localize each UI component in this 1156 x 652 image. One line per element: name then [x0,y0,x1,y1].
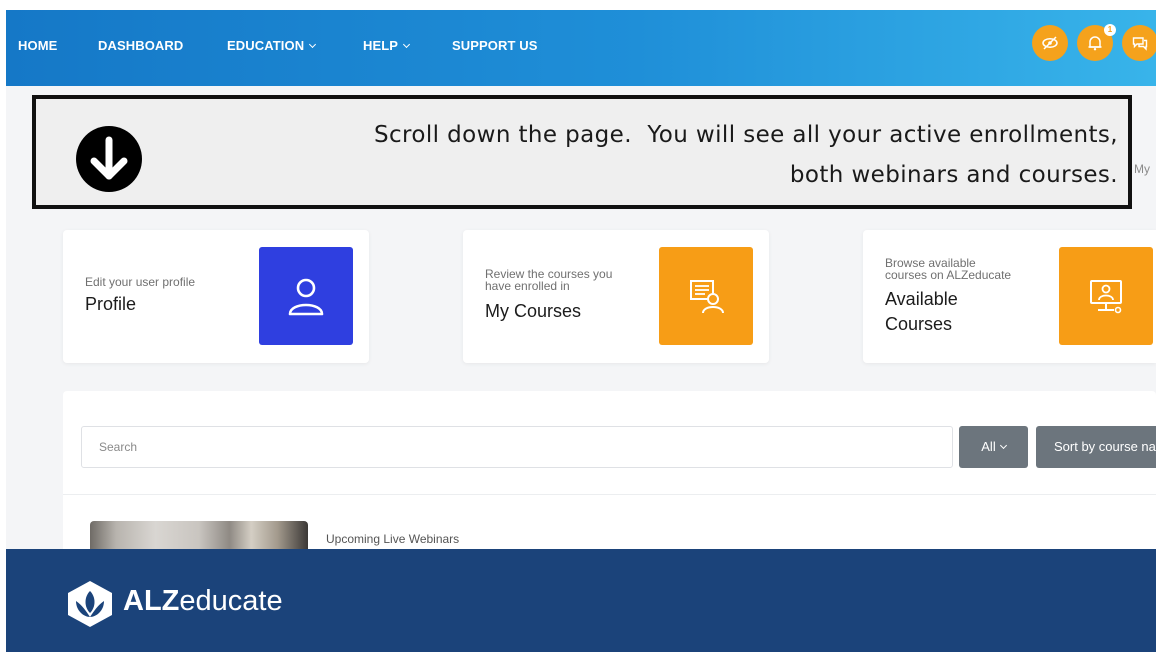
nav-education-label: EDUCATION [227,38,305,53]
available-courses-title-2: Courses [885,314,953,334]
chevron-down-icon [309,40,317,49]
partial-breadcrumb-text: My [1134,162,1150,176]
divider [63,494,1156,495]
brand-name-bold: ALZ [123,585,180,617]
my-courses-card[interactable]: Review the courses you have enrolled in … [463,230,769,363]
app-frame: HOME DASHBOARD EDUCATION HELP SUPPORT US… [6,10,1156,652]
notification-badge: 1 [1104,24,1116,36]
top-navbar: HOME DASHBOARD EDUCATION HELP SUPPORT US… [6,10,1156,86]
arrow-down-circle-icon [76,126,142,192]
profile-card-title: Profile [85,294,137,314]
available-courses-tile[interactable] [1059,247,1153,345]
sort-dropdown-button[interactable]: Sort by course na [1036,426,1156,468]
course-icon [690,280,724,314]
available-courses-subtitle-2: courses on ALZeducate [885,268,1012,282]
brand-footer-bar: ALZeducate [6,549,1156,652]
monitor-user-icon [1090,280,1122,314]
brand-name-rest: educate [179,585,283,617]
search-input[interactable]: Search [81,426,953,468]
nav-dashboard[interactable]: DASHBOARD [98,38,183,53]
filter-label: All [981,439,996,454]
profile-card-subtitle: Edit your user profile [85,275,196,289]
available-courses-title-1: Available [885,289,958,309]
available-courses-card[interactable]: Browse available courses on ALZeducate A… [863,230,1156,363]
nav-help[interactable]: HELP [363,38,411,53]
brand-wordmark: ALZeducate [123,581,283,621]
course-category-label: Upcoming Live Webinars [326,532,460,546]
profile-tile[interactable] [259,247,353,345]
chevron-down-icon [403,40,411,49]
user-icon [288,278,324,316]
my-courses-tile[interactable] [659,247,753,345]
my-courses-subtitle-2: have enrolled in [485,279,570,293]
nav-home[interactable]: HOME [18,38,57,53]
nav-help-label: HELP [363,38,399,53]
profile-card[interactable]: Edit your user profile Profile [63,230,369,363]
instruction-callout: Scroll down the page. You will see all y… [32,95,1132,209]
nav-education[interactable]: EDUCATION [227,38,317,53]
alzeducate-logo-icon [68,581,112,627]
eye-slash-icon[interactable] [1032,25,1068,61]
instruction-line-2: both webinars and courses. [789,162,1118,188]
chevron-down-icon [999,441,1007,450]
chat-icon[interactable] [1122,25,1156,61]
my-courses-title: My Courses [485,301,582,321]
nav-support-us[interactable]: SUPPORT US [452,38,538,53]
instruction-text: Scroll down the page. You will see all y… [374,115,1118,195]
filter-dropdown-button[interactable]: All [959,426,1028,468]
instruction-line-1: Scroll down the page. You will see all y… [373,122,1118,148]
